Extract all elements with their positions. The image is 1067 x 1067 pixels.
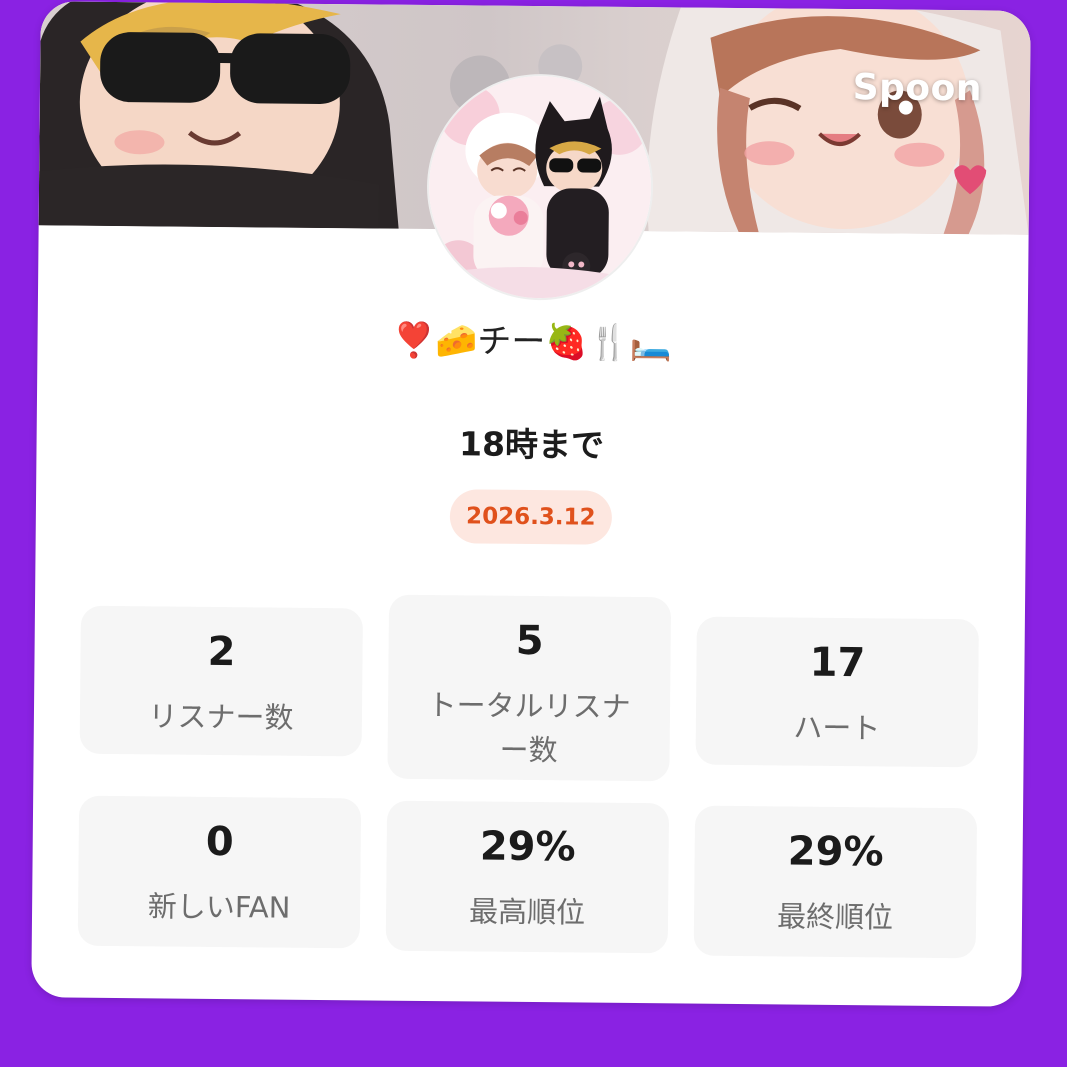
stat-final-rank: 29% 最終順位	[693, 805, 978, 959]
stat-label: 最高順位	[468, 894, 586, 930]
stat-hearts: 17 ハート	[695, 616, 979, 768]
profile-title: ❣️🧀チー🍓🍴🛏️	[392, 320, 673, 364]
stat-value: 0	[205, 818, 234, 866]
avatar[interactable]	[427, 75, 653, 300]
stat-value: 29%	[479, 823, 576, 871]
date-badge: 2026.3.12	[449, 489, 613, 545]
brand-logo: Spoon	[852, 67, 983, 110]
stat-label: 最終順位	[776, 899, 894, 935]
stat-listeners: 2 リスナー数	[79, 605, 363, 757]
stat-label: リスナー数	[148, 699, 294, 735]
stat-value: 17	[809, 639, 866, 687]
stat-new-fans: 0 新しいFAN	[77, 795, 362, 949]
stat-label: トータルリスナー数	[427, 688, 631, 768]
stat-value: 2	[207, 628, 236, 676]
stat-total-listeners: 5 トータルリスナー数	[387, 594, 672, 782]
stats-card: Spoon ❣️🧀チー🍓🍴🛏️ 18時まで 2026.3.12 2 リスナー数 …	[31, 1, 1031, 1007]
avatar-illustration	[427, 75, 653, 300]
stat-label: 新しいFAN	[147, 889, 291, 925]
profile-subtitle: 18時まで	[458, 424, 605, 465]
stat-highest-rank: 29% 最高順位	[385, 800, 670, 954]
stat-value: 29%	[787, 828, 884, 876]
stat-value: 5	[515, 617, 544, 665]
stat-label: ハート	[793, 710, 881, 746]
